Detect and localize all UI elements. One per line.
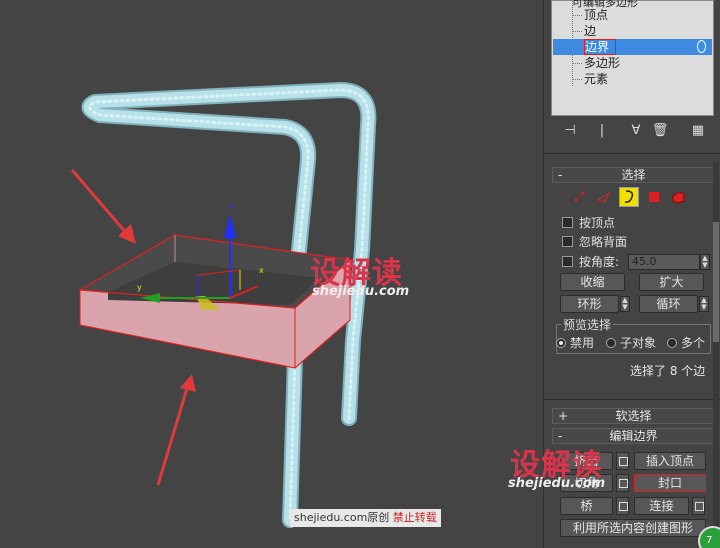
polygon-mode-icon[interactable] [644, 187, 664, 207]
viewport-perspective[interactable]: z y x 设解读 shejiedu.com shejiedu.com原创 禁止… [0, 0, 543, 548]
loop-button[interactable]: 循环 [639, 295, 698, 313]
ring-spinner[interactable]: ▲ ▼ [620, 296, 630, 312]
border-icon [697, 40, 706, 53]
vertex-mode-icon[interactable] [570, 187, 590, 207]
connect-settings-button[interactable] [692, 497, 705, 515]
chamfer-settings-button[interactable] [616, 474, 629, 492]
command-panel: 可编辑多边形 顶点 边 边界 多边形 元素 ⊣ | ∀ 🗑 ▦ - 选择 按顶点 … [508, 0, 720, 548]
loop-spinner[interactable]: ▲ ▼ [699, 296, 709, 312]
panel-divider [544, 153, 720, 154]
selection-rollout-header[interactable]: - 选择 [552, 167, 715, 183]
connect-button[interactable]: 连接 [634, 497, 689, 515]
show-end-result-icon[interactable]: | [592, 121, 612, 141]
bridge-button[interactable]: 桥 [560, 497, 613, 515]
tree-item-edge[interactable]: 边 [553, 23, 712, 39]
selection-status-text: 选择了 8 个边 [630, 364, 706, 378]
scroll-thumb[interactable] [713, 222, 719, 342]
tree-item-border[interactable]: 边界 [553, 39, 712, 55]
shrink-button[interactable]: 收缩 [560, 273, 625, 291]
tree-item-polygon[interactable]: 多边形 [553, 55, 712, 71]
bridge-settings-button[interactable] [616, 497, 629, 515]
modifier-stack-tree: 可编辑多边形 顶点 边 边界 多边形 元素 [551, 0, 714, 116]
cap-button[interactable]: 封口 [634, 474, 706, 492]
modifier-stack-toolbar: ⊣ | ∀ 🗑 ▦ [554, 121, 714, 141]
preview-selection-group: 预览选择 禁用 子对象 多个 [556, 316, 711, 354]
pin-stack-icon[interactable]: ⊣ [560, 121, 580, 141]
watermark-url-2: shejiedu.com [508, 476, 606, 491]
ring-button[interactable]: 环形 [560, 295, 619, 313]
preview-selection-title: 预览选择 [561, 316, 614, 333]
element-mode-icon[interactable] [668, 187, 688, 207]
angle-input[interactable]: 45.0 [628, 254, 700, 270]
credit-prefix: shejiedu.com原创 [294, 511, 390, 524]
credit-caption: shejiedu.com原创 禁止转载 [290, 509, 441, 527]
configure-modifier-sets-icon[interactable]: ▦ [688, 121, 708, 141]
border-mode-icon[interactable] [619, 187, 639, 207]
tree-item-vertex[interactable]: 顶点 [553, 7, 712, 23]
panel-scrollbar[interactable] [713, 162, 719, 548]
soft-selection-rollout-header[interactable]: + 软选择 [552, 408, 715, 424]
make-unique-icon[interactable]: ∀ [626, 121, 646, 141]
rollout-divider [544, 399, 720, 400]
svg-text:z: z [229, 201, 233, 210]
grow-button[interactable]: 扩大 [639, 273, 704, 291]
tree-item-element[interactable]: 元素 [553, 71, 712, 87]
angle-spinner[interactable]: ▲ ▼ [700, 254, 710, 270]
remove-modifier-icon[interactable]: 🗑 [650, 121, 670, 141]
edge-mode-icon[interactable] [594, 187, 614, 207]
svg-text:x: x [259, 266, 264, 275]
credit-warning: 禁止转载 [392, 511, 437, 524]
create-shape-button[interactable]: 利用所选内容创建图形 [560, 519, 706, 537]
viewport-scene: z y x [70, 82, 377, 528]
svg-text:y: y [137, 283, 142, 292]
watermark-url: shejiedu.com [312, 284, 410, 299]
insert-vertex-button[interactable]: 插入顶点 [634, 452, 706, 470]
extrude-settings-button[interactable] [616, 452, 629, 470]
